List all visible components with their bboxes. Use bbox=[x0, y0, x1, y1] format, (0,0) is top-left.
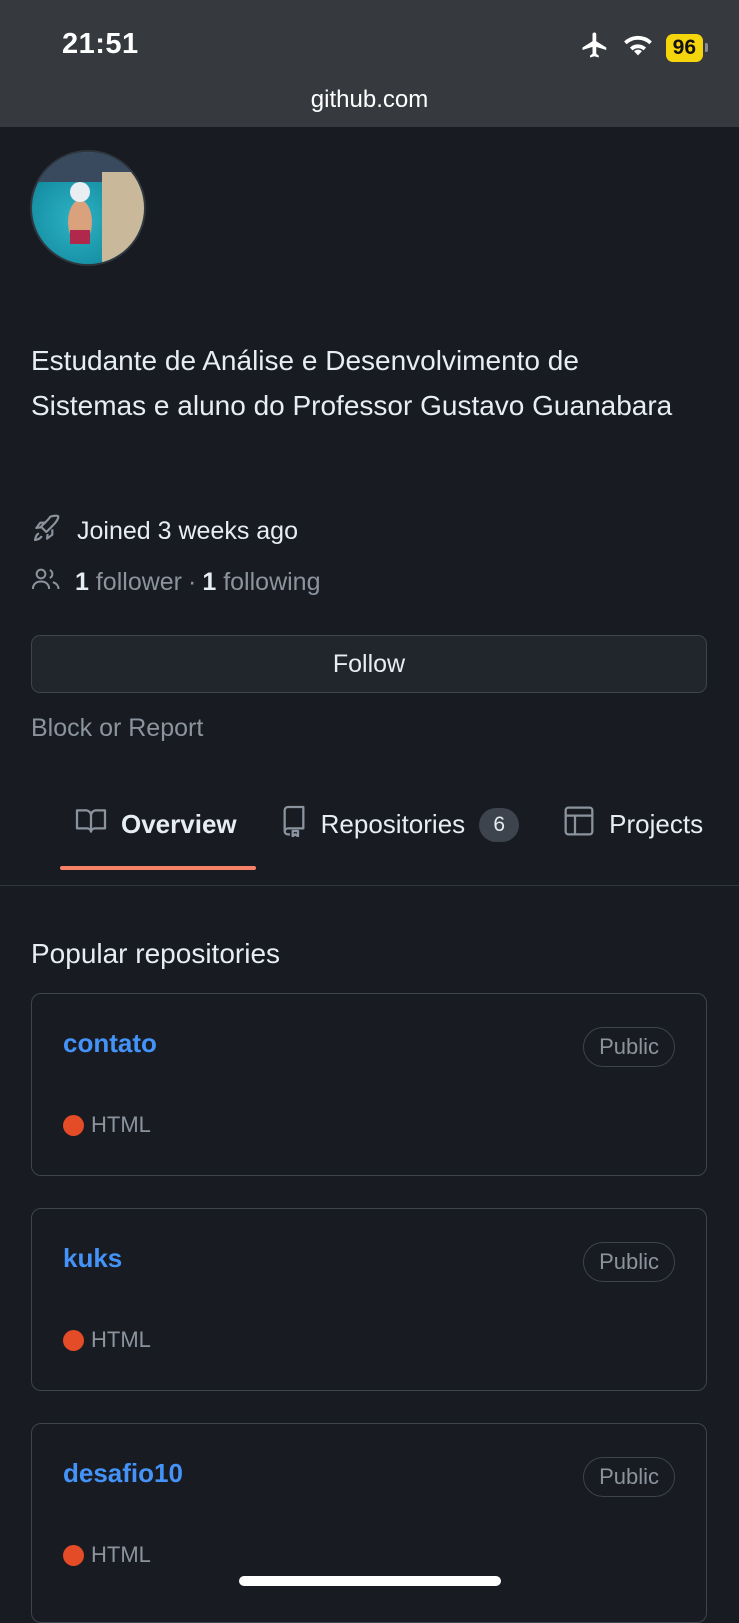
avatar-image bbox=[32, 152, 144, 264]
language-label: HTML bbox=[91, 1327, 151, 1352]
popular-repositories-title: Popular repositories bbox=[31, 938, 281, 969]
repo-name-link[interactable]: desafio10 bbox=[63, 1458, 183, 1489]
language-color-dot bbox=[63, 1329, 84, 1351]
url-bar[interactable]: github.com bbox=[0, 86, 739, 114]
people-icon bbox=[31, 566, 61, 599]
tab-overview[interactable]: Overview bbox=[75, 807, 237, 842]
visibility-badge: Public bbox=[583, 1027, 675, 1067]
status-icons: 96 bbox=[580, 30, 709, 65]
repositories-counter: 6 bbox=[479, 807, 520, 842]
repo-card: desafio10 Public HTML bbox=[31, 1423, 707, 1623]
visibility-badge: Public bbox=[583, 1457, 675, 1497]
home-indicator[interactable] bbox=[239, 1576, 501, 1586]
joined-text: Joined 3 weeks ago bbox=[77, 517, 298, 545]
tab-projects[interactable]: Projects bbox=[563, 805, 703, 844]
airplane-mode-icon bbox=[580, 30, 610, 65]
rocket-icon bbox=[31, 512, 63, 551]
follow-button[interactable]: Follow bbox=[31, 635, 707, 693]
repo-language: HTML bbox=[63, 1112, 151, 1138]
repo-language: HTML bbox=[63, 1542, 151, 1568]
following-count: 1 bbox=[202, 568, 217, 596]
repo-language: HTML bbox=[63, 1327, 151, 1353]
tab-overview-label: Overview bbox=[121, 809, 237, 839]
visibility-badge: Public bbox=[583, 1242, 675, 1282]
language-label: HTML bbox=[91, 1112, 151, 1137]
repo-icon bbox=[281, 805, 307, 844]
repo-name-link[interactable]: contato bbox=[63, 1028, 157, 1059]
repo-card: contato Public HTML bbox=[31, 993, 707, 1176]
wifi-icon bbox=[622, 32, 654, 63]
status-and-url-bar: 21:51 96 github.com bbox=[0, 0, 739, 127]
followers-link[interactable]: 1 follower bbox=[75, 568, 182, 597]
language-color-dot bbox=[63, 1114, 84, 1136]
followers-label: follower bbox=[95, 568, 183, 596]
joined-info: Joined 3 weeks ago bbox=[31, 512, 298, 551]
tab-repositories-label: Repositories bbox=[320, 809, 466, 839]
tab-projects-label: Projects bbox=[609, 809, 704, 839]
table-icon bbox=[563, 805, 595, 844]
battery-indicator: 96 bbox=[665, 33, 709, 62]
followers-info: 1 follower · 1 following bbox=[31, 566, 320, 599]
tabs-divider bbox=[0, 885, 739, 886]
avatar[interactable] bbox=[30, 150, 146, 266]
book-icon bbox=[75, 807, 107, 842]
tab-repositories[interactable]: Repositories 6 bbox=[281, 805, 520, 844]
repo-card: kuks Public HTML bbox=[31, 1208, 707, 1391]
follow-separator: · bbox=[188, 568, 197, 596]
profile-tabs: Overview Repositories 6 Projects bbox=[75, 805, 739, 844]
followers-count: 1 bbox=[75, 568, 89, 596]
block-or-report-link[interactable]: Block or Report bbox=[31, 714, 203, 743]
following-label: following bbox=[223, 568, 321, 596]
profile-bio: Estudante de Análise e Desenvolvimento d… bbox=[31, 345, 673, 421]
status-time: 21:51 bbox=[62, 28, 139, 60]
active-tab-indicator bbox=[60, 866, 256, 870]
language-color-dot bbox=[63, 1544, 84, 1566]
following-link[interactable]: 1 following bbox=[202, 568, 320, 597]
language-label: HTML bbox=[91, 1542, 151, 1567]
repo-name-link[interactable]: kuks bbox=[63, 1243, 122, 1274]
